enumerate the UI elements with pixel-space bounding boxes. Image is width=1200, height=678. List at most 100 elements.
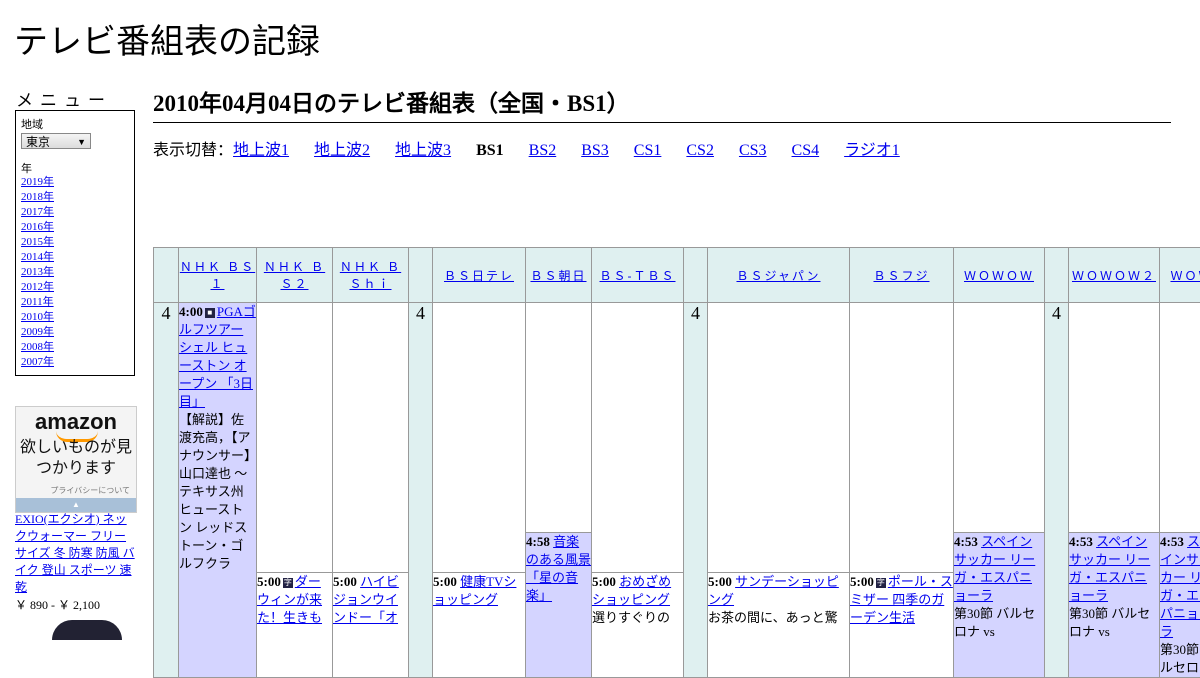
program-cell: 4:53 スペインサッカー リーガ・エスパニョーラ 第30節 バルセロナ vs [1069, 533, 1160, 678]
channel-header: ＢＳ日テレ [433, 248, 526, 303]
hour-cell: 4 [684, 303, 708, 678]
channel-link[interactable]: ＢＳ-ＴＢＳ [600, 269, 676, 283]
hour-cell: 4 [154, 303, 179, 678]
menu-heading: メニュー [16, 86, 112, 111]
switch-link-chijo2[interactable]: 地上波2 [314, 142, 370, 159]
channel-header: ＮＨＫ ＢＳ２ [257, 248, 333, 303]
program-time: 5:00 [708, 574, 732, 589]
page-title: 2010年04月04日のテレビ番組表（全国・BS1） [153, 84, 1171, 123]
hour-header [1045, 248, 1069, 303]
empty-cell [850, 303, 954, 573]
channel-header: ＢＳ-ＴＢＳ [592, 248, 684, 303]
empty-cell [526, 303, 592, 533]
ad-product-link[interactable]: EXIO(エクシオ) ネックウォーマー フリーサイズ 冬 防寒 防風 バイク 登… [15, 511, 137, 596]
year-link[interactable]: 2014年 [21, 251, 54, 263]
channel-link[interactable]: ＷＯＷＯＷ [964, 269, 1034, 283]
program-time: 4:53 [1160, 534, 1184, 549]
channel-header: ＷＯＷＯＷ [954, 248, 1045, 303]
year-link[interactable]: 2016年 [21, 221, 54, 233]
year-link[interactable]: 2013年 [21, 266, 54, 278]
switch-link-chijo3[interactable]: 地上波3 [395, 142, 451, 159]
program-description: 第30節 バルセロ [1160, 642, 1200, 675]
program-title-link[interactable]: PGAゴルフツアー シェル ヒューストン オープン 「3日目」 [179, 304, 256, 409]
program-grid: ＮＨＫ ＢＳ１ ＮＨＫ ＢＳ２ ＮＨＫ ＢＳｈｉ ＢＳ日テレ ＢＳ朝日 ＢＳ-Ｔ… [153, 247, 1200, 678]
hour-cell: 4 [409, 303, 433, 678]
ad-privacy-link[interactable]: プライバシーについて [50, 485, 130, 496]
switch-link-cs4[interactable]: CS4 [792, 142, 820, 159]
switch-link-cs1[interactable]: CS1 [634, 142, 662, 159]
channel-link[interactable]: ＢＳ朝日 [530, 269, 586, 283]
hour-header [684, 248, 708, 303]
program-description: 第30節 バルセロナ vs [1069, 606, 1150, 639]
year-link[interactable]: 2012年 [21, 281, 54, 293]
chevron-down-icon: ▼ [77, 134, 86, 150]
program-cell: 5:00 サンデーショッピング お茶の間に、あっと驚 [708, 572, 850, 677]
channel-header: ＢＳ朝日 [526, 248, 592, 303]
channel-header: ＷＯＷＯＷ２ [1069, 248, 1160, 303]
ad-expand-arrow-icon[interactable]: ▲ [16, 498, 136, 512]
channel-header: ＢＳフジ [850, 248, 954, 303]
channel-header: ＮＨＫ ＢＳｈｉ [333, 248, 409, 303]
channel-header: ＢＳジャパン [708, 248, 850, 303]
switch-link-bs2[interactable]: BS2 [529, 142, 557, 159]
channel-link[interactable]: ＮＨＫ ＢＳｈｉ [340, 260, 401, 291]
empty-cell [954, 303, 1045, 533]
year-link[interactable]: 2015年 [21, 236, 54, 248]
amazon-ad-banner[interactable]: amazon 欲しいものが見つかります プライバシーについて ▲ [15, 406, 137, 513]
program-time: 5:00 [850, 574, 874, 589]
empty-cell [708, 303, 850, 573]
channel-link[interactable]: ＢＳジャパン [736, 269, 820, 283]
channel-link[interactable]: ＢＳ日テレ [444, 269, 514, 283]
program-time: 4:00 [179, 304, 203, 319]
program-cell: 4:53 スペインサッカー リーガ・エスパニョーラ 第30節 バルセロナ vs [954, 533, 1045, 678]
year-link[interactable]: 2008年 [21, 341, 54, 353]
region-value: 東京 [26, 135, 50, 149]
ad-price: ￥ 890 - ￥ 2,100 [15, 596, 100, 613]
empty-cell [333, 303, 409, 573]
switcher-prefix: 表示切替： [153, 142, 233, 159]
switch-link-cs2[interactable]: CS2 [686, 142, 714, 159]
program-time: 5:00 [592, 574, 616, 589]
program-time: 4:58 [526, 534, 550, 549]
switch-link-chijo1[interactable]: 地上波1 [233, 142, 289, 159]
switch-link-cs3[interactable]: CS3 [739, 142, 767, 159]
channel-link[interactable]: ＢＳフジ [873, 269, 929, 283]
empty-cell [257, 303, 333, 573]
year-link[interactable]: 2018年 [21, 191, 54, 203]
program-time: 5:00 [257, 574, 281, 589]
switch-link-radio1[interactable]: ラジオ1 [844, 142, 900, 159]
program-description: 第30節 バルセロナ vs [954, 606, 1035, 639]
region-select[interactable]: 東京 ▼ [21, 133, 91, 149]
program-cell: 5:00字ダーウィンが来た！生きも [257, 572, 333, 677]
empty-cell [433, 303, 526, 573]
switch-link-bs3[interactable]: BS3 [581, 142, 609, 159]
channel-link[interactable]: ＮＨＫ ＢＳ２ [264, 260, 325, 291]
channel-header: ＷＯＷ [1160, 248, 1200, 303]
channel-link[interactable]: ＮＨＫ ＢＳ１ [180, 260, 255, 291]
channel-link[interactable]: ＷＯＷ [1170, 269, 1200, 283]
year-link[interactable]: 2011年 [21, 296, 54, 308]
ad-product-image[interactable] [52, 620, 122, 640]
data-broadcast-icon: ■ [205, 308, 215, 318]
program-cell: 5:00 おめざめショッピング 選りすぐりの [592, 572, 684, 677]
subtitle-icon: 字 [876, 578, 886, 588]
year-link[interactable]: 2017年 [21, 206, 54, 218]
year-list: 2019年 2018年 2017年 2016年 2015年 2014年 2013… [21, 175, 54, 370]
menu-panel: 地域 東京 ▼ 年 2019年 2018年 2017年 2016年 2015年 … [15, 110, 135, 376]
program-description: 選りすぐりの [592, 610, 670, 625]
program-title-link[interactable]: スペインサッカー リーガ・エスパニョーラ [1160, 534, 1200, 639]
year-link[interactable]: 2007年 [21, 356, 54, 368]
hour-cell: 4 [1045, 303, 1069, 678]
channel-link[interactable]: ＷＯＷＯＷ２ [1072, 269, 1156, 283]
year-link[interactable]: 2019年 [21, 176, 54, 188]
empty-cell [592, 303, 684, 573]
ad-tagline: 欲しいものが見つかります [16, 437, 136, 479]
program-cell: 5:00 健康TVショッピング [433, 572, 526, 677]
hour-header [154, 248, 179, 303]
channel-header-row: ＮＨＫ ＢＳ１ ＮＨＫ ＢＳ２ ＮＨＫ ＢＳｈｉ ＢＳ日テレ ＢＳ朝日 ＢＳ-Ｔ… [154, 248, 1200, 303]
year-link[interactable]: 2009年 [21, 326, 54, 338]
year-link[interactable]: 2010年 [21, 311, 54, 323]
subtitle-icon: 字 [283, 578, 293, 588]
program-time: 5:00 [333, 574, 357, 589]
program-cell: 5:00 ハイビジョンウインドー「オ [333, 572, 409, 677]
